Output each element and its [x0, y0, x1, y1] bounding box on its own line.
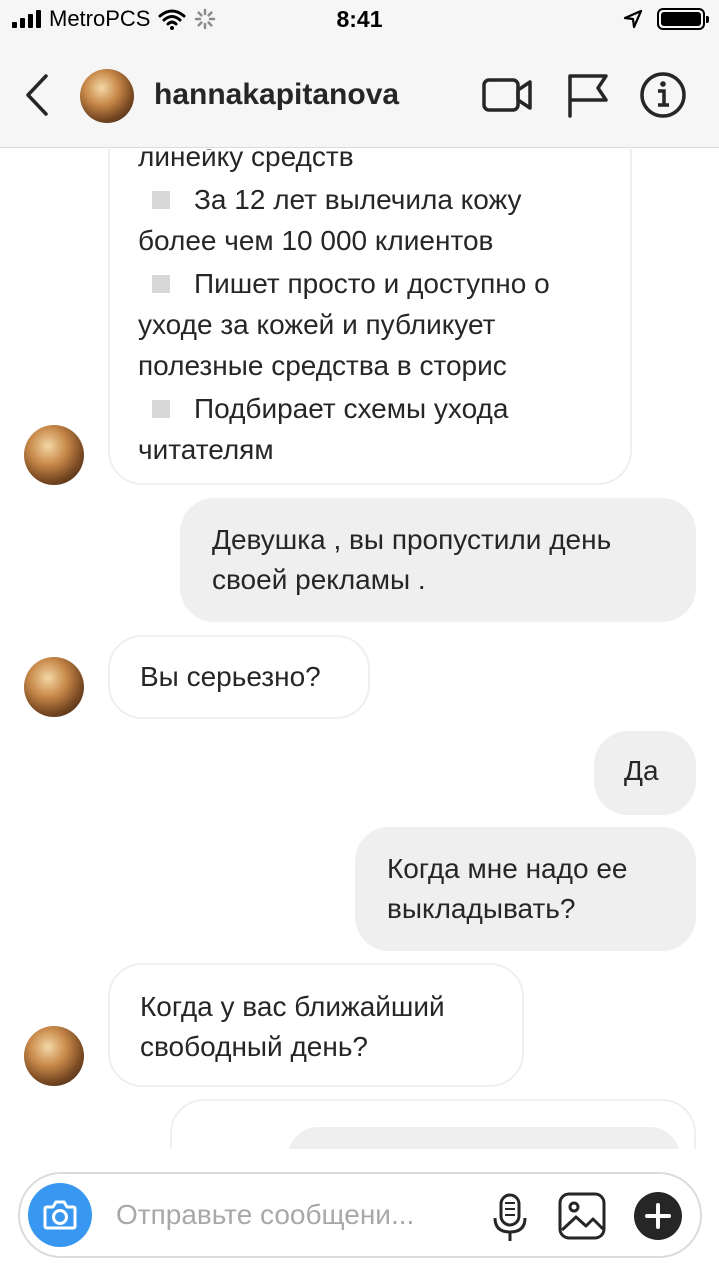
list-line: За 12 лет вылечила кожу	[138, 180, 602, 220]
chat-username[interactable]: hannakapitanova	[154, 78, 399, 112]
incoming-message-list[interactable]: линейку средств За 12 лет вылечила кожу …	[108, 149, 632, 485]
message-thread[interactable]: линейку средств За 12 лет вылечила кожу …	[0, 149, 719, 1149]
list-line: Пишет просто и доступно о	[138, 264, 602, 304]
microphone-icon[interactable]	[490, 1192, 530, 1244]
message-composer: Отправьте сообщени...	[18, 1172, 702, 1258]
battery-fill	[661, 12, 701, 26]
sender-avatar[interactable]	[24, 425, 84, 485]
status-right	[623, 8, 709, 30]
incoming-message[interactable]: Вы серьезно?	[108, 635, 370, 719]
chat-header: hannakapitanova	[0, 42, 719, 148]
incoming-message[interactable]: Когда у вас ближайший свободный день?	[108, 963, 524, 1087]
bullet-square-icon	[152, 191, 170, 209]
sender-avatar[interactable]	[24, 1026, 84, 1086]
back-arrow-icon[interactable]	[18, 72, 58, 118]
list-line: полезные средства в сторис	[138, 350, 507, 381]
plus-icon	[645, 1203, 671, 1229]
camera-button[interactable]	[28, 1183, 92, 1247]
battery-icon	[657, 8, 709, 30]
bullet-square-icon	[152, 275, 170, 293]
list-line: линейку средств	[138, 149, 354, 172]
info-icon[interactable]	[636, 70, 690, 120]
outgoing-message[interactable]: Да	[594, 731, 696, 815]
list-line: Подбирает схемы ухода	[138, 389, 602, 429]
status-time: 8:41	[336, 6, 383, 32]
message-input[interactable]: Отправьте сообщени...	[116, 1199, 414, 1231]
outgoing-message[interactable]: Когда мне надо ее выкладывать?	[355, 827, 696, 951]
flag-icon[interactable]	[562, 70, 616, 120]
outgoing-message[interactable]: Девушка , вы пропустили день своей рекла…	[180, 498, 696, 622]
add-button[interactable]	[634, 1192, 682, 1240]
camera-icon	[43, 1200, 77, 1230]
status-bar: MetroPCS 8:41	[0, 0, 719, 42]
list-line: читателям	[138, 434, 274, 465]
header-avatar[interactable]	[80, 69, 134, 123]
shared-post-inner	[288, 1127, 680, 1149]
sender-avatar[interactable]	[24, 657, 84, 717]
bullet-square-icon	[152, 400, 170, 418]
list-line: уходе за кожей и публикует	[138, 309, 496, 340]
video-call-icon[interactable]	[480, 70, 534, 120]
list-line: более чем 10 000 клиентов	[138, 225, 494, 256]
location-arrow-icon	[623, 9, 643, 29]
gallery-icon[interactable]	[556, 1190, 608, 1242]
